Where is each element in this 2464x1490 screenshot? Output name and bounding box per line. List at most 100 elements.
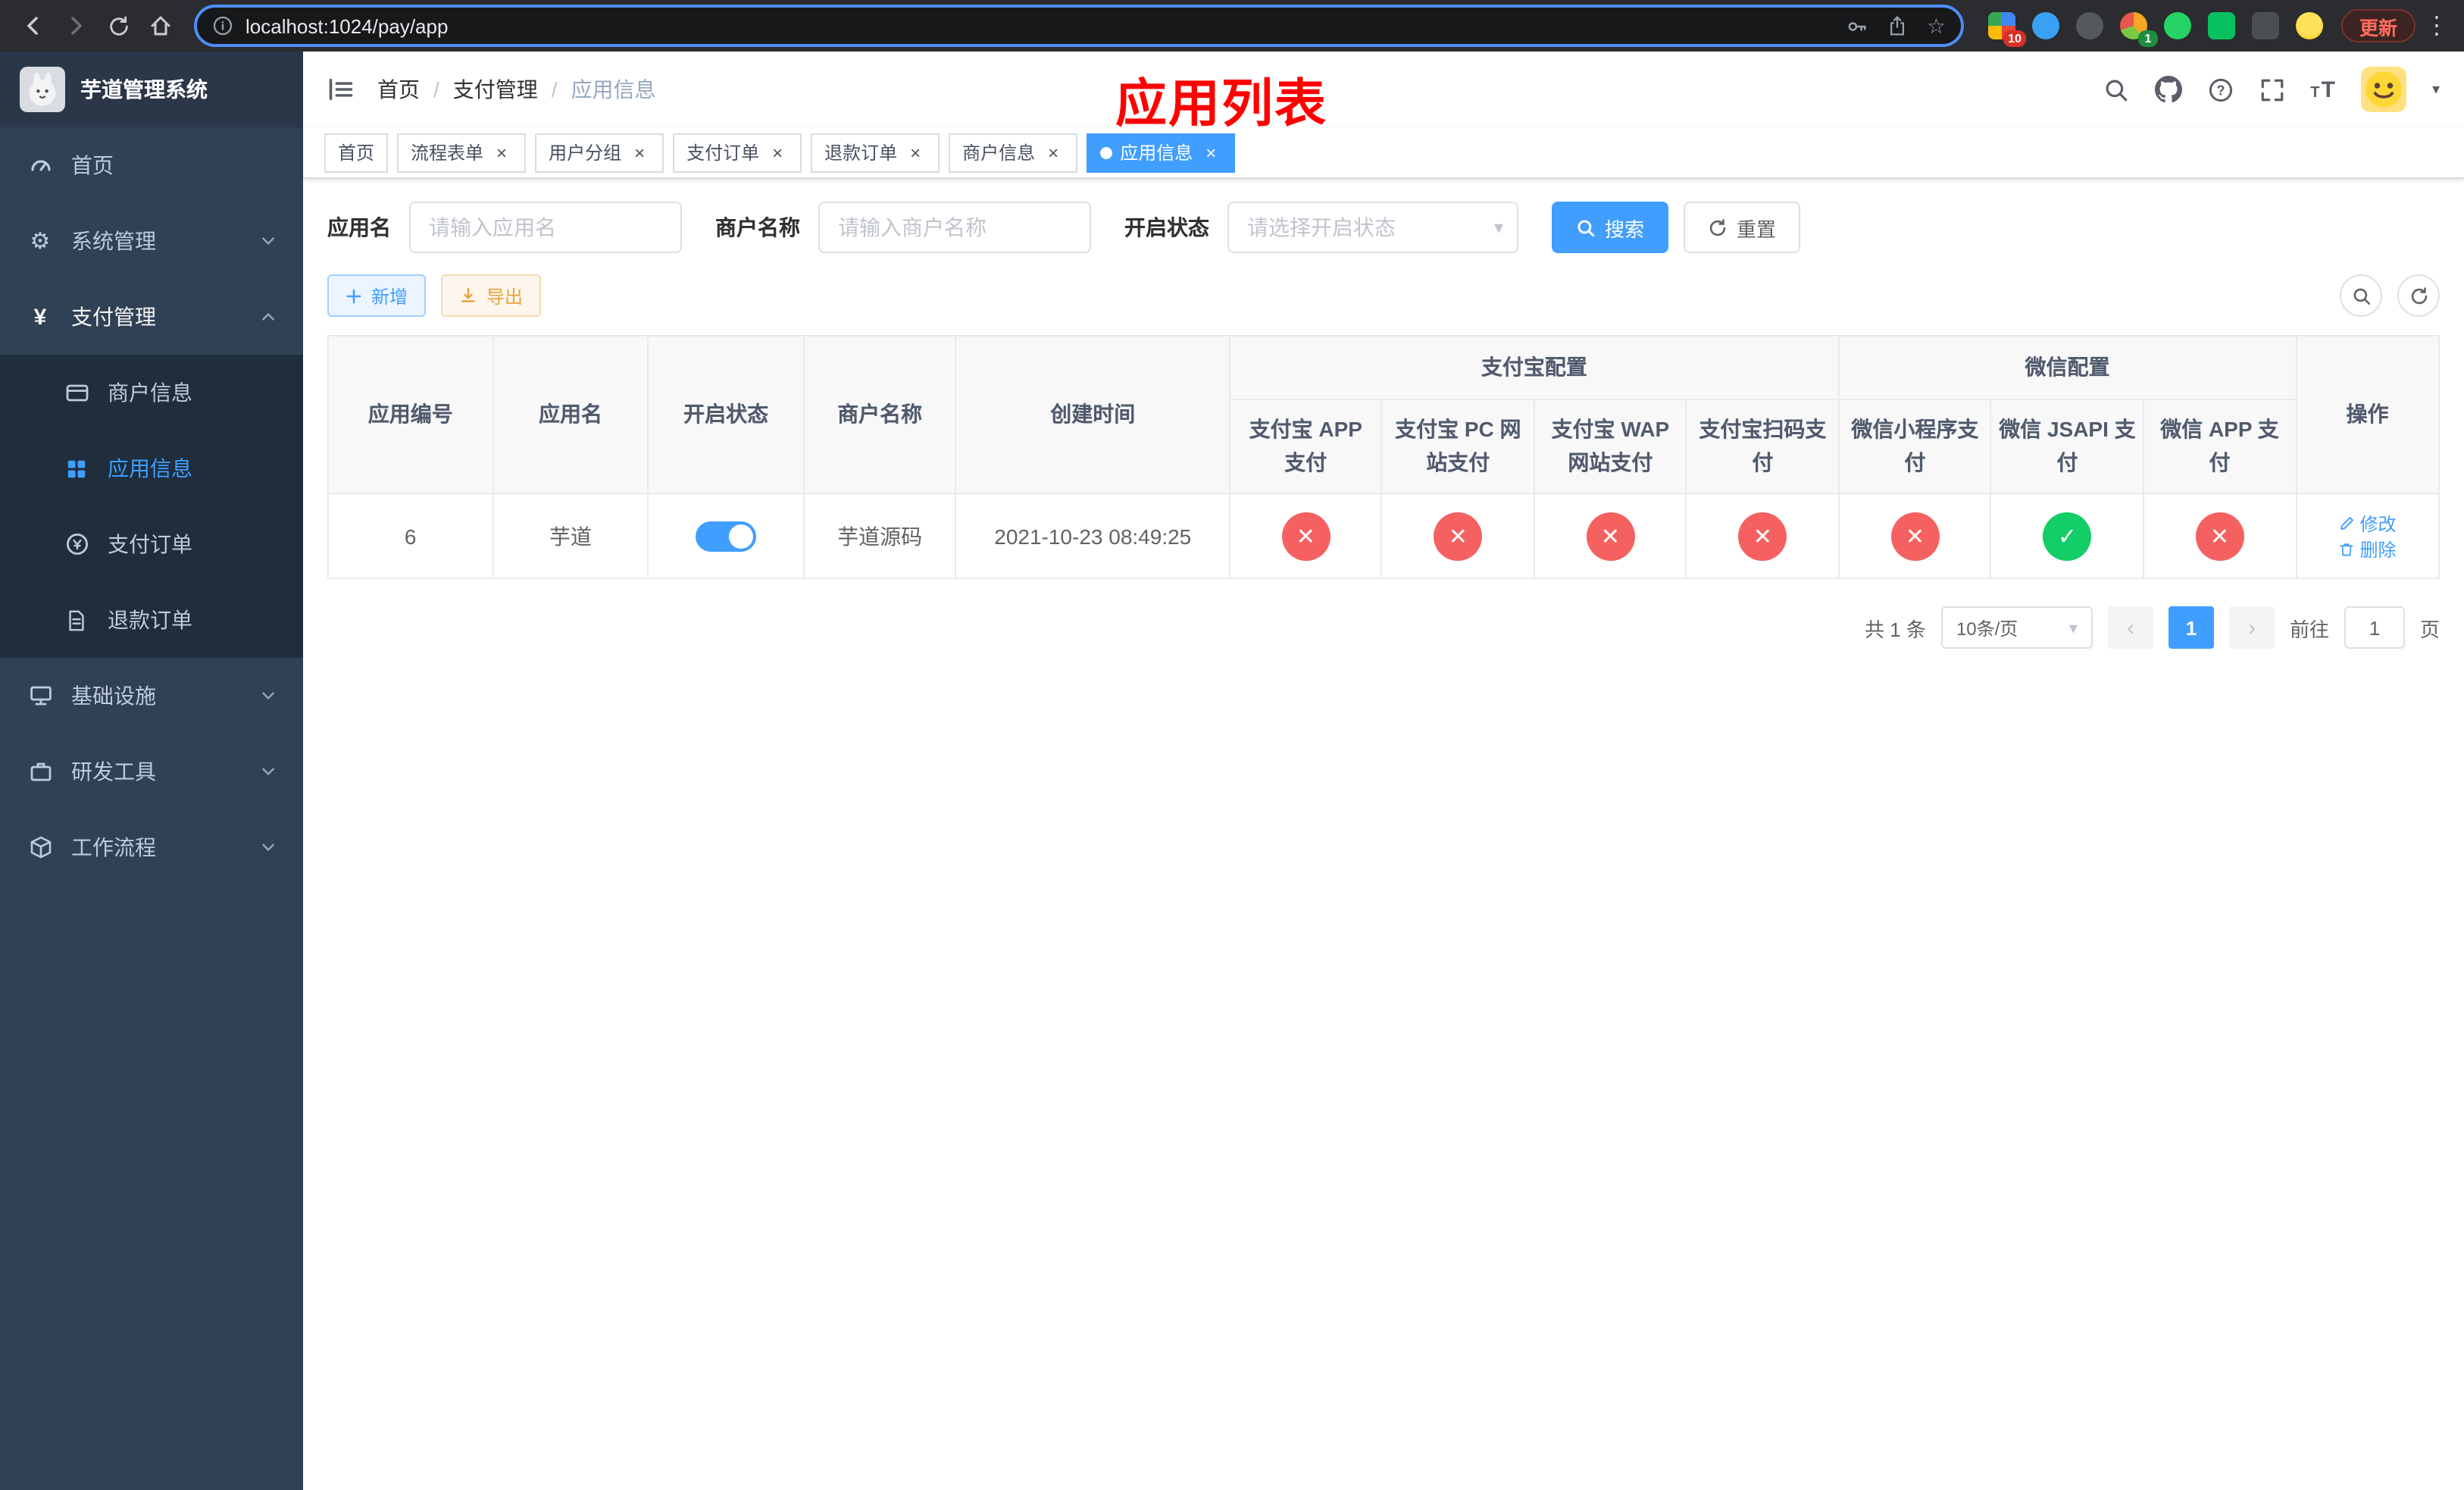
back-icon[interactable] [12,5,55,47]
screen: localhost:1024/pay/app ☆ 10 1 更新 ⋮ 芋道管理系… [0,0,2464,1490]
add-button[interactable]: 新增 [327,274,427,317]
tab-merchant-info[interactable]: 商户信息 × [949,133,1078,172]
extension-proxy-icon[interactable]: 1 [2119,12,2158,47]
tab-process-form[interactable]: 流程表单 × [397,133,527,172]
pay-order-icon [64,531,89,557]
breadcrumb-home[interactable]: 首页 [377,74,420,105]
forward-icon[interactable] [55,5,97,47]
status-toggle[interactable] [696,521,757,551]
tab-home[interactable]: 首页 [324,133,389,172]
password-key-icon[interactable] [1846,14,1869,37]
status-label: 开启状态 [1124,215,1209,239]
col-header-merchant: 商户名称 [802,335,957,494]
extension-whatsapp-icon[interactable] [2163,12,2191,39]
col-header-alipay-app: 支付宝 APP 支付 [1228,399,1383,494]
extension-emoji-icon[interactable] [2295,12,2323,39]
font-size-icon[interactable]: TT [2310,78,2335,101]
sidebar-item-label: 首页 [71,153,114,177]
extension-drop-icon[interactable] [2031,12,2059,39]
group-header-alipay: 支付宝配置 [1228,335,1840,400]
bookmark-star-icon[interactable]: ☆ [1927,13,1946,39]
next-page-button[interactable]: › [2228,606,2275,649]
app-name-input[interactable] [409,202,682,253]
edit-button[interactable]: 修改 [2339,510,2397,536]
reload-icon[interactable] [97,5,139,47]
page-size-select[interactable]: 10条/页 ▾ [1940,606,2093,649]
browser-menu-icon[interactable]: ⋮ [2422,11,2452,41]
search-button[interactable]: 搜索 [1552,202,1669,253]
close-icon[interactable]: × [905,142,926,163]
sidebar-item-infrastructure[interactable]: 基础设施 [0,658,303,734]
sidebar-item-app-info[interactable]: 应用信息 [0,430,303,506]
close-icon[interactable]: × [629,142,650,163]
tab-pay-order[interactable]: 支付订单 × [673,133,802,172]
share-icon[interactable] [1887,15,1909,36]
close-icon[interactable]: × [1200,142,1221,163]
table-row: 6 芋道 芋道源码 2021-10-23 08:49:25 ✕ ✕ ✕ ✕ ✕ [327,493,2441,579]
tab-label: 首页 [338,142,375,164]
sidebar-item-label: 退款订单 [108,608,192,632]
tab-app-info[interactable]: 应用信息 × [1087,133,1236,172]
chrome-update-button[interactable]: 更新 [2340,9,2416,42]
sidebar-item-label: 研发工具 [71,759,156,784]
close-icon[interactable]: × [767,142,788,163]
extension-puzzle-icon[interactable] [2251,12,2279,39]
sidebar-item-dev-tools[interactable]: 研发工具 [0,734,303,809]
col-header-status: 开启状态 [647,335,805,494]
extension-dark-icon[interactable] [2075,12,2103,39]
sidebar-item-label: 基础设施 [71,684,156,708]
site-info-icon[interactable] [212,15,233,36]
tab-label: 支付订单 [686,142,760,164]
page-number-button[interactable]: 1 [2168,606,2214,649]
export-button[interactable]: 导出 [441,274,542,317]
dashboard-icon [27,152,53,178]
toolbox-icon [27,759,53,784]
home-icon[interactable] [139,5,182,47]
tab-label: 退款订单 [824,142,898,164]
toggle-search-icon[interactable] [2340,274,2382,317]
active-dot [1100,146,1113,158]
wx-jsapi-enabled-icon: ✓ [2043,512,2092,560]
sidebar-item-system[interactable]: ⚙ 系统管理 [0,203,303,279]
avatar-caret-icon[interactable]: ▾ [2432,81,2440,98]
refresh-table-icon[interactable] [2397,274,2440,317]
sidebar-item-refund-order[interactable]: 退款订单 [0,582,303,658]
sidebar-item-workflow[interactable]: 工作流程 [0,809,303,885]
col-header-wx-app: 微信 APP 支付 [2142,399,2297,494]
page-content: 应用名 商户名称 开启状态 ▾ [303,179,2464,1490]
extension-palette-icon[interactable]: 10 [1987,12,2026,47]
prev-page-button[interactable]: ‹ [2107,606,2153,649]
goto-page-input[interactable] [2344,606,2405,649]
tab-label: 商户信息 [962,142,1036,164]
help-icon[interactable]: ? [2207,77,2233,102]
merchant-name-input[interactable] [818,202,1091,253]
delete-button[interactable]: 删除 [2339,536,2397,562]
sidebar-item-payment[interactable]: ¥ 支付管理 [0,279,303,355]
address-bar[interactable]: localhost:1024/pay/app ☆ [194,5,1964,47]
sidebar-item-home[interactable]: 首页 [0,127,303,203]
chevron-down-icon [261,233,276,249]
search-icon[interactable] [2103,77,2128,102]
status-select-input[interactable] [1227,202,1518,253]
collapse-sidebar-icon[interactable] [327,76,355,103]
cell-actions: 修改 删除 [2295,493,2441,579]
sidebar-item-merchant-info[interactable]: 商户信息 [0,355,303,430]
gear-icon: ⚙ [30,229,51,255]
close-icon[interactable]: × [491,142,512,163]
fullscreen-icon[interactable] [2259,77,2284,102]
tab-refund-order[interactable]: 退款订单 × [811,133,940,172]
url-text: localhost:1024/pay/app [245,14,449,37]
avatar[interactable] [2360,67,2406,112]
tab-user-group[interactable]: 用户分组 × [535,133,664,172]
sidebar-item-label: 应用信息 [108,456,192,480]
github-icon[interactable] [2154,76,2182,103]
close-icon[interactable]: × [1043,142,1064,163]
breadcrumb-payment[interactable]: 支付管理 [453,74,538,105]
reset-button[interactable]: 重置 [1684,202,1801,253]
alipay-wap-disabled-icon: ✕ [1586,512,1635,560]
sidebar-item-pay-order[interactable]: 支付订单 [0,506,303,582]
yen-icon: ¥ [33,304,47,330]
payment-submenu: 商户信息 应用信息 支付订单 退款订单 [0,355,303,658]
extension-wechat-icon[interactable] [2207,12,2235,39]
status-select[interactable]: ▾ [1227,202,1518,253]
